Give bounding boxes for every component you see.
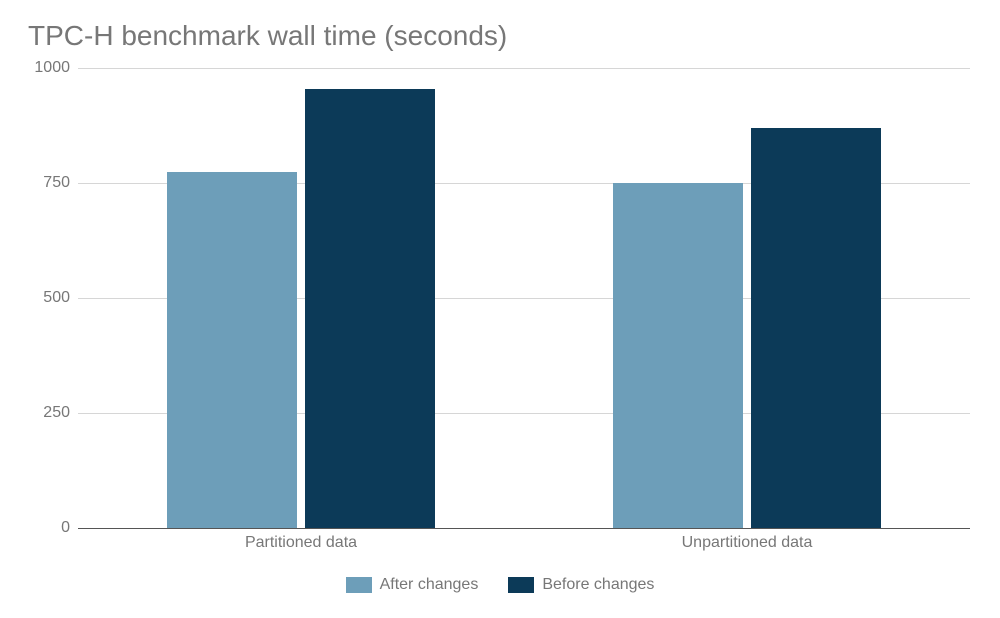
bar-partitioned-before [305,89,434,528]
legend-item-after: After changes [346,576,479,594]
legend-swatch-before [508,577,534,593]
y-tick-500: 500 [24,289,70,307]
chart-legend: After changes Before changes [24,576,976,594]
x-label-partitioned: Partitioned data [245,534,357,552]
bar-unpartitioned-before [751,128,880,528]
bar-unpartitioned-after [613,183,742,528]
y-tick-250: 250 [24,404,70,422]
y-tick-1000: 1000 [24,59,70,77]
legend-label-before: Before changes [542,576,654,594]
legend-label-after: After changes [380,576,479,594]
y-tick-750: 750 [24,174,70,192]
bar-partitioned-after [167,172,296,529]
grid-line-1000 [78,68,970,69]
legend-item-before: Before changes [508,576,654,594]
plot-area: 1000 750 500 250 0 [78,68,970,528]
x-label-unpartitioned: Unpartitioned data [682,534,813,552]
x-axis-labels: Partitioned data Unpartitioned data [78,528,970,558]
y-tick-0: 0 [24,519,70,537]
chart-container: TPC-H benchmark wall time (seconds) 1000… [0,0,1000,618]
legend-swatch-after [346,577,372,593]
chart-title: TPC-H benchmark wall time (seconds) [24,20,976,52]
